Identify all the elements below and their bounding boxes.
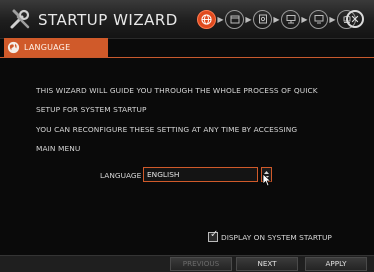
globe-icon <box>7 41 20 54</box>
step-network-network-icon[interactable] <box>281 9 300 29</box>
calendar-icon <box>230 15 239 24</box>
tab-language-label: LANGUAGE <box>24 43 71 52</box>
step-arrow-icon: ▶ <box>329 14 336 24</box>
previous-button[interactable]: PREVIOUS <box>170 257 232 271</box>
globe-icon <box>201 13 212 25</box>
disk-icon <box>258 14 267 24</box>
next-button[interactable]: NEXT <box>236 257 298 271</box>
step-display-monitor-icon[interactable] <box>309 9 328 29</box>
display-on-startup-checkbox[interactable]: ✓ <box>208 229 219 242</box>
wrench-screwdriver-icon <box>10 9 30 29</box>
monitor-icon <box>314 15 323 24</box>
close-button[interactable]: ✕ <box>346 10 364 28</box>
language-select[interactable]: ENGLISH <box>143 167 258 182</box>
title-bar: STARTUP WIZARD ▶ ▶ ▶ ▶ ▶ ✕ <box>0 0 374 39</box>
step-arrow-icon: ▶ <box>301 14 308 24</box>
window-title: STARTUP WIZARD <box>38 11 178 29</box>
step-datetime-calendar-icon[interactable] <box>225 9 244 29</box>
mouse-pointer-icon <box>262 173 272 187</box>
intro-line-3: YOU CAN RECONFIGURE THESE SETTING AT ANY… <box>36 125 298 134</box>
display-on-startup-option[interactable]: ✓ DISPLAY ON SYSTEM STARTUP <box>208 229 332 242</box>
tab-bar: LANGUAGE <box>0 38 374 58</box>
wizard-steps: ▶ ▶ ▶ ▶ ▶ <box>197 8 356 30</box>
startup-wizard-window: STARTUP WIZARD ▶ ▶ ▶ ▶ ▶ ✕ LANGUAGE THIS… <box>0 0 374 272</box>
language-label: LANGUAGE <box>100 171 142 180</box>
step-language-globe-icon[interactable] <box>197 9 216 29</box>
apply-button[interactable]: APPLY <box>305 257 367 271</box>
tab-language[interactable]: LANGUAGE <box>4 38 108 57</box>
step-storage-disk-icon[interactable] <box>253 9 272 29</box>
display-on-startup-label: DISPLAY ON SYSTEM STARTUP <box>221 232 332 242</box>
step-arrow-icon: ▶ <box>245 14 252 24</box>
step-arrow-icon: ▶ <box>273 14 280 24</box>
intro-line-4: MAIN MENU <box>36 144 81 153</box>
close-icon: ✕ <box>350 12 360 26</box>
intro-line-1: THIS WIZARD WILL GUIDE YOU THROUGH THE W… <box>36 86 318 95</box>
intro-line-2: SETUP FOR SYSTEM STARTUP <box>36 105 147 114</box>
step-arrow-icon: ▶ <box>217 14 224 24</box>
network-icon <box>286 15 295 24</box>
checkmark-icon: ✓ <box>210 229 219 240</box>
footer-bar: PREVIOUS NEXT APPLY <box>0 255 374 272</box>
